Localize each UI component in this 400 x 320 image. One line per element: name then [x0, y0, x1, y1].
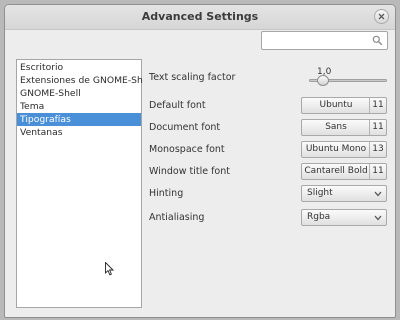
default-font-row: Default font Ubuntu 11 [149, 97, 389, 115]
window-title: Advanced Settings [141, 10, 259, 23]
fonts-settings-panel: Text scaling factor 1,0 Default font Ubu… [143, 59, 393, 308]
category-list: Escritorio Extensiones de GNOME-Shell GN… [17, 60, 154, 139]
chevron-down-icon [374, 215, 382, 221]
window-title-font-label: Window title font [149, 166, 230, 177]
hinting-label: Hinting [149, 188, 184, 199]
document-font-label: Document font [149, 122, 221, 133]
monospace-font-button[interactable]: Ubuntu Mono 13 [301, 141, 387, 158]
default-font-name: Ubuntu [319, 100, 353, 110]
search-input[interactable] [265, 33, 365, 47]
text-scaling-row: Text scaling factor 1,0 [149, 67, 389, 87]
monospace-font-size: 13 [369, 142, 386, 157]
window-title-font-name: Cantarell Bold [304, 166, 368, 176]
monospace-font-label: Monospace font [149, 144, 225, 155]
category-sidebar: Escritorio Extensiones de GNOME-Shell GN… [16, 59, 154, 308]
document-font-button[interactable]: Sans 11 [301, 119, 387, 136]
text-scaling-label: Text scaling factor [149, 72, 236, 83]
search-field[interactable] [261, 31, 388, 50]
hinting-dropdown[interactable]: Slight [301, 185, 387, 202]
document-font-row: Document font Sans 11 [149, 119, 389, 137]
document-font-size: 11 [369, 120, 386, 135]
window-title-font-row: Window title font Cantarell Bold 11 [149, 163, 389, 181]
chevron-down-icon [374, 191, 382, 197]
close-icon [378, 13, 385, 20]
window-title-font-size: 11 [369, 164, 386, 179]
document-font-name: Sans [325, 122, 347, 132]
antialiasing-label: Antialiasing [149, 212, 205, 223]
default-font-label: Default font [149, 100, 206, 111]
sidebar-item-escritorio[interactable]: Escritorio [17, 61, 141, 74]
monospace-font-name: Ubuntu Mono [305, 144, 367, 154]
default-font-size: 11 [369, 98, 386, 113]
sidebar-item-tipografias[interactable]: Tipografías [17, 113, 141, 126]
mouse-pointer-icon [105, 262, 114, 276]
sidebar-item-ventanas[interactable]: Ventanas [17, 126, 141, 139]
antialiasing-row: Antialiasing Rgba [149, 209, 389, 227]
antialiasing-value: Rgba [307, 212, 331, 222]
default-font-button[interactable]: Ubuntu 11 [301, 97, 387, 114]
sidebar-item-tema[interactable]: Tema [17, 100, 141, 113]
advanced-settings-window: Advanced Settings Escritorio Extensiones… [4, 4, 396, 318]
hinting-value: Slight [307, 188, 333, 198]
close-button[interactable] [374, 9, 389, 24]
sidebar-item-gnome-shell[interactable]: GNOME-Shell [17, 87, 141, 100]
antialiasing-dropdown[interactable]: Rgba [301, 209, 387, 226]
sidebar-item-extensiones[interactable]: Extensiones de GNOME-Shell [17, 74, 154, 87]
monospace-font-row: Monospace font Ubuntu Mono 13 [149, 141, 389, 159]
text-scaling-slider-handle[interactable] [317, 75, 329, 86]
hinting-row: Hinting Slight [149, 185, 389, 203]
window-title-font-button[interactable]: Cantarell Bold 11 [301, 163, 387, 180]
titlebar[interactable]: Advanced Settings [5, 5, 395, 30]
search-icon [372, 35, 383, 46]
